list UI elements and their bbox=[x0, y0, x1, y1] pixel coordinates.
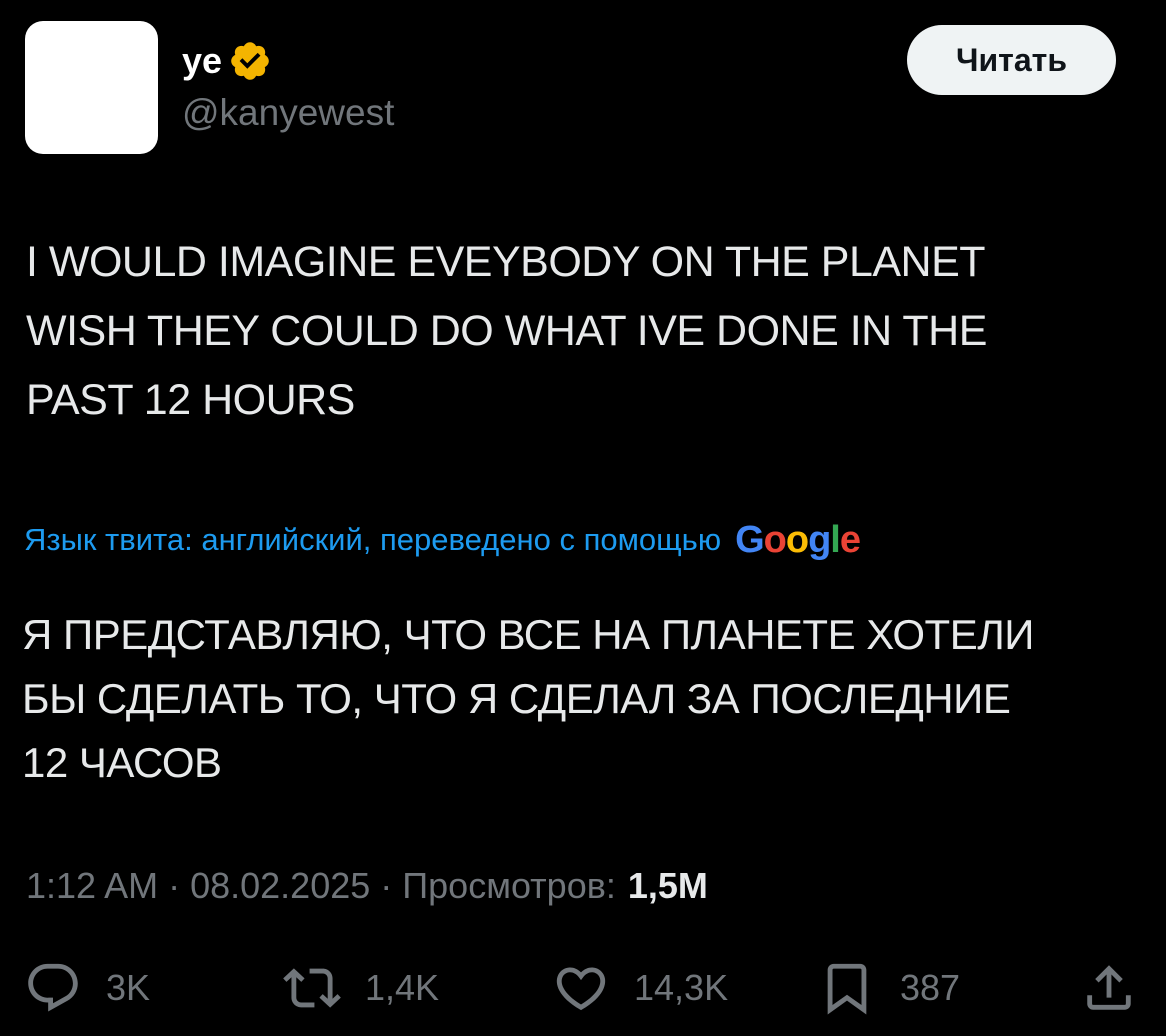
translated-text-line: Я ПРЕДСТАВЛЯЮ, ЧТО ВСЕ НА ПЛАНЕТЕ ХОТЕЛИ bbox=[22, 611, 1034, 658]
name-row: ye bbox=[182, 38, 394, 84]
action-bar: 3K 1,4K 14,3K 387 bbox=[0, 955, 1166, 1021]
tweet-date[interactable]: 08.02.2025 bbox=[190, 865, 370, 907]
meta-separator: · bbox=[168, 865, 181, 906]
tweet-meta: 1:12 AM · 08.02.2025 · Просмотров: 1,5M bbox=[26, 860, 708, 912]
views-count: 1,5M bbox=[627, 865, 708, 906]
reply-icon bbox=[28, 963, 78, 1012]
verified-badge-icon[interactable] bbox=[228, 39, 272, 83]
heart-icon bbox=[556, 967, 606, 1011]
bookmark-icon bbox=[827, 963, 867, 1015]
bookmark-count: 387 bbox=[900, 967, 961, 1008]
views-label: Просмотров: bbox=[402, 865, 616, 906]
retweet-count: 1,4K bbox=[365, 967, 440, 1008]
tweet-text: I WOULD IMAGINE EVEYBODY ON THE PLANET W… bbox=[26, 228, 1146, 435]
translation-note-text: Язык твита: английский, переведено с пом… bbox=[24, 522, 722, 557]
bookmark-button[interactable]: 387 bbox=[818, 955, 960, 1021]
share-button[interactable] bbox=[1080, 955, 1138, 1021]
google-logo: Google bbox=[735, 518, 861, 561]
translation-note[interactable]: Язык твита: английский, переведено с пом… bbox=[24, 512, 861, 568]
tweet-text-line: I WOULD IMAGINE EVEYBODY ON THE PLANET bbox=[26, 238, 986, 286]
retweet-icon bbox=[283, 968, 341, 1008]
read-button[interactable]: Читать bbox=[907, 25, 1116, 95]
tweet-text-line: WISH THEY COULD DO WHAT IVE DONE IN THE bbox=[26, 307, 987, 355]
author-block: ye @kanyewest bbox=[182, 38, 394, 136]
like-count: 14,3K bbox=[634, 967, 729, 1008]
handle[interactable]: @kanyewest bbox=[182, 90, 394, 136]
avatar[interactable] bbox=[25, 21, 158, 154]
meta-separator: · bbox=[380, 865, 393, 906]
translated-text: Я ПРЕДСТАВЛЯЮ, ЧТО ВСЕ НА ПЛАНЕТЕ ХОТЕЛИ… bbox=[22, 603, 1142, 795]
tweet-time[interactable]: 1:12 AM bbox=[26, 865, 158, 907]
retweet-button[interactable]: 1,4K bbox=[283, 955, 439, 1021]
like-button[interactable]: 14,3K bbox=[552, 955, 728, 1021]
tweet-text-line: PAST 12 HOURS bbox=[26, 376, 355, 424]
share-icon bbox=[1087, 965, 1131, 1010]
translated-text-line: 12 ЧАСОВ bbox=[22, 739, 222, 786]
display-name[interactable]: ye bbox=[182, 38, 222, 84]
translated-text-line: БЫ СДЕЛАТЬ ТО, ЧТО Я СДЕЛАЛ ЗА ПОСЛЕДНИЕ bbox=[22, 675, 1011, 722]
reply-count: 3K bbox=[106, 967, 151, 1008]
reply-button[interactable]: 3K bbox=[24, 955, 150, 1021]
